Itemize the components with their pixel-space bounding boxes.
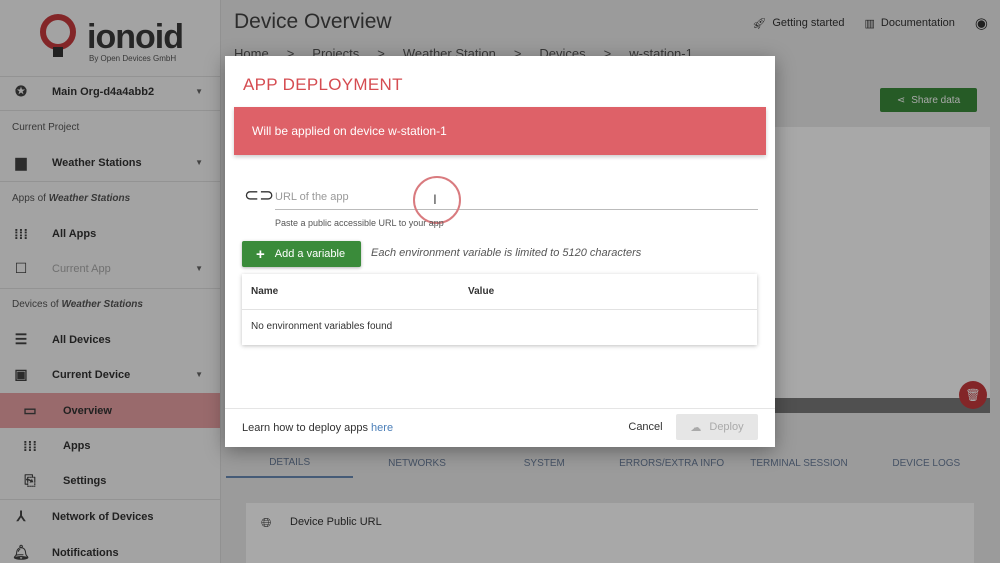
deploy-label: Deploy [709,421,744,433]
add-variable-button[interactable]: + Add a variable [242,241,361,267]
device-alert: Will be applied on device w-station-1 [234,107,766,155]
app-url-input[interactable] [275,184,758,210]
dialog-footer-divider [225,408,775,409]
dialog-title: APP DEPLOYMENT [243,75,403,94]
cloud-upload-icon: ☁ [690,421,702,434]
text-cursor-icon: I [433,191,437,207]
cancel-button[interactable]: Cancel [624,414,667,440]
add-variable-label: Add a variable [274,248,346,260]
alert-text: Will be applied on device w-station-1 [252,124,447,138]
column-header-name: Name [251,286,279,297]
learn-label: Learn how to deploy apps [242,422,368,434]
table-divider [242,309,757,310]
link-icon: ⊂⊃ [244,185,275,205]
deploy-button[interactable]: ☁ Deploy [676,414,758,440]
plus-icon: + [256,245,265,263]
cursor-highlight [413,176,461,224]
learn-text: Learn how to deploy apps here [242,422,393,434]
learn-here-link[interactable]: here [371,422,393,434]
column-header-value: Value [468,286,495,297]
variable-limit-note: Each environment variable is limited to … [371,247,642,259]
app-deployment-dialog: APP DEPLOYMENT Will be applied on device… [225,56,775,447]
table-empty-message: No environment variables found [251,321,393,332]
url-hint: Paste a public accessible URL to your ap… [275,218,444,228]
env-variables-table: Name Value No environment variables foun… [242,274,757,345]
